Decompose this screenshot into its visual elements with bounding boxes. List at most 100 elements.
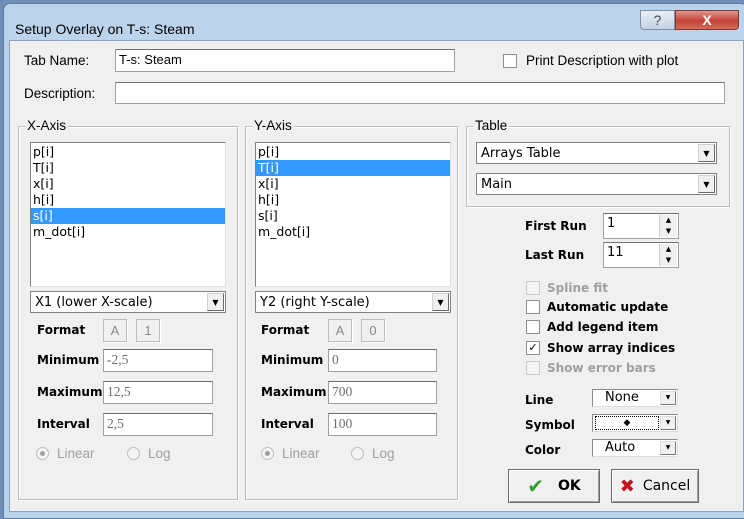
y-format-type[interactable]: A xyxy=(328,319,352,342)
ok-label: OK xyxy=(558,478,581,494)
help-button[interactable]: ? xyxy=(640,10,675,30)
cancel-button[interactable]: ✖ Cancel xyxy=(611,469,699,503)
x-format-digits[interactable]: 1 xyxy=(136,319,160,342)
close-icon: X xyxy=(702,12,712,28)
y-minimum-label: Minimum xyxy=(261,353,324,367)
chevron-down-icon[interactable]: ▼ xyxy=(660,441,676,455)
x-interval-label: Interval xyxy=(37,417,90,431)
y-maximum-input[interactable]: 700 xyxy=(328,381,437,404)
chevron-down-icon[interactable]: ▼ xyxy=(432,293,449,311)
x-maximum-input[interactable]: 12,5 xyxy=(103,381,213,404)
x-format-type[interactable]: A xyxy=(103,319,127,342)
symbol-value: ◆ xyxy=(595,416,659,430)
question-icon: ? xyxy=(653,12,662,28)
print-description-label: Print Description with plot xyxy=(526,53,679,68)
show-error-bars-checkbox[interactable] xyxy=(526,361,540,375)
list-item[interactable]: s[i] xyxy=(256,208,450,224)
first-run-spinner[interactable]: 1 ▲ ▼ xyxy=(603,213,679,239)
checkmark-icon: ✔ xyxy=(527,474,544,498)
window-title: Setup Overlay on T-s: Steam xyxy=(15,21,195,37)
add-legend-item-label: Add legend item xyxy=(547,320,659,334)
table-value: Arrays Table xyxy=(481,146,561,161)
y-log-label: Log xyxy=(372,446,395,461)
list-item[interactable]: m_dot[i] xyxy=(31,224,225,240)
automatic-update-label: Automatic update xyxy=(547,300,669,314)
close-button[interactable]: X xyxy=(675,10,739,30)
line-dropdown[interactable]: None ▼ xyxy=(592,389,678,407)
y-scale-dropdown[interactable]: Y2 (right Y-scale) ▼ xyxy=(255,291,451,313)
y-interval-input[interactable]: 100 xyxy=(328,413,437,436)
symbol-label: Symbol xyxy=(525,418,575,432)
list-item[interactable]: T[i] xyxy=(31,160,225,176)
cancel-label: Cancel xyxy=(642,478,691,494)
chevron-down-icon[interactable]: ▼ xyxy=(698,144,715,162)
first-run-label: First Run xyxy=(525,219,587,233)
spline-fit-label: Spline fit xyxy=(547,281,608,295)
x-log-label: Log xyxy=(148,446,171,461)
table-dropdown[interactable]: Arrays Table ▼ xyxy=(476,142,717,164)
list-item[interactable]: m_dot[i] xyxy=(256,224,450,240)
automatic-update-checkbox[interactable] xyxy=(526,300,540,314)
x-axis-variable-list[interactable]: p[i] T[i] x[i] h[i] s[i] m_dot[i] xyxy=(30,142,226,287)
x-linear-label: Linear xyxy=(57,446,95,461)
list-item[interactable]: p[i] xyxy=(31,144,225,160)
table-title: Table xyxy=(473,118,510,133)
table-sub-value: Main xyxy=(481,177,513,192)
x-linear-radio[interactable] xyxy=(36,447,49,460)
list-item[interactable]: h[i] xyxy=(256,192,450,208)
chevron-down-icon[interactable]: ▼ xyxy=(207,293,224,311)
description-input[interactable] xyxy=(115,82,725,104)
list-item[interactable]: x[i] xyxy=(31,176,225,192)
chevron-down-icon[interactable]: ▼ xyxy=(698,175,715,193)
last-run-label: Last Run xyxy=(525,248,585,262)
line-value: None xyxy=(605,390,639,405)
x-log-radio[interactable] xyxy=(127,447,140,460)
last-run-spinner[interactable]: 11 ▲ ▼ xyxy=(603,242,679,268)
x-minimum-label: Minimum xyxy=(37,353,100,367)
y-maximum-label: Maximum xyxy=(261,385,327,399)
chevron-down-icon[interactable]: ▼ xyxy=(660,416,676,430)
y-axis-title: Y-Axis xyxy=(252,118,294,133)
show-error-bars-label: Show error bars xyxy=(547,361,656,375)
x-icon: ✖ xyxy=(619,475,635,497)
x-scale-value: X1 (lower X-scale) xyxy=(35,295,153,310)
y-linear-radio[interactable] xyxy=(261,447,274,460)
list-item[interactable]: x[i] xyxy=(256,176,450,192)
show-array-indices-label: Show array indices xyxy=(547,341,676,355)
x-minimum-input[interactable]: -2,5 xyxy=(103,349,213,372)
description-label: Description: xyxy=(24,86,96,101)
line-label: Line xyxy=(525,393,554,407)
list-item[interactable]: p[i] xyxy=(256,144,450,160)
color-label: Color xyxy=(525,443,561,457)
y-scale-value: Y2 (right Y-scale) xyxy=(260,295,370,310)
y-minimum-input[interactable]: 0 xyxy=(328,349,437,372)
last-run-value: 11 xyxy=(607,245,624,260)
y-format-digits[interactable]: 0 xyxy=(361,319,385,342)
show-array-indices-checkbox[interactable]: ✓ xyxy=(526,341,540,355)
x-maximum-label: Maximum xyxy=(37,385,103,399)
list-item-selected[interactable]: T[i] xyxy=(256,160,450,176)
y-interval-label: Interval xyxy=(261,417,314,431)
ok-button[interactable]: ✔ OK xyxy=(508,469,600,503)
list-item-selected[interactable]: s[i] xyxy=(31,208,225,224)
x-scale-dropdown[interactable]: X1 (lower X-scale) ▼ xyxy=(30,291,226,313)
y-linear-label: Linear xyxy=(282,446,320,461)
spinner-arrows-icon[interactable]: ▲ ▼ xyxy=(659,215,677,237)
checkmark-icon: ✓ xyxy=(528,342,538,354)
list-item[interactable]: h[i] xyxy=(31,192,225,208)
x-axis-title: X-Axis xyxy=(25,118,69,133)
spinner-arrows-icon[interactable]: ▲ ▼ xyxy=(659,244,677,266)
color-dropdown[interactable]: Auto ▼ xyxy=(592,439,678,457)
x-format-label: Format xyxy=(37,323,86,337)
tab-name-label: Tab Name: xyxy=(24,53,90,68)
add-legend-item-checkbox[interactable] xyxy=(526,320,540,334)
print-description-checkbox[interactable] xyxy=(503,54,517,68)
y-axis-variable-list[interactable]: p[i] T[i] x[i] h[i] s[i] m_dot[i] xyxy=(255,142,451,287)
tab-name-input[interactable]: T-s: Steam xyxy=(115,49,455,72)
table-sub-dropdown[interactable]: Main ▼ xyxy=(476,173,717,195)
symbol-dropdown[interactable]: ◆ ▼ xyxy=(592,414,678,432)
chevron-down-icon[interactable]: ▼ xyxy=(660,391,676,405)
spline-fit-checkbox[interactable] xyxy=(526,281,540,295)
x-interval-input[interactable]: 2,5 xyxy=(103,413,213,436)
y-log-radio[interactable] xyxy=(351,447,364,460)
